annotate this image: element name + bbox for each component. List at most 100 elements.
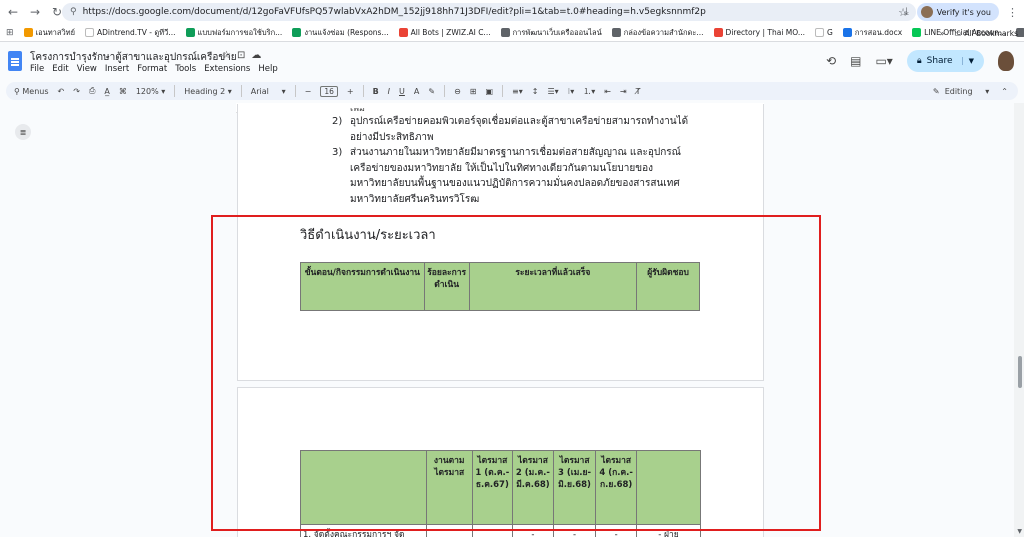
print-icon[interactable]: ⎙ <box>89 86 95 96</box>
verify-button[interactable]: Verify it's you <box>916 3 999 21</box>
history-icon[interactable]: ⟲ <box>826 54 836 68</box>
table-cell[interactable] <box>425 524 473 537</box>
scrollbar-thumb[interactable] <box>1018 356 1022 388</box>
download-icon[interactable]: ⤓ <box>904 5 909 19</box>
bookmark-item[interactable]: ADintrend.TV - ดูทีวี... <box>85 27 176 39</box>
bookmark-item[interactable]: All Bots | ZWIZ.AI C... <box>398 27 491 39</box>
table-cell[interactable] <box>471 524 514 537</box>
increase-font-icon[interactable]: + <box>347 87 354 96</box>
bookmark-item[interactable]: การสอน.docx <box>842 27 902 39</box>
bookmark-item[interactable]: งานแจ้งซ่อม (Respons... <box>292 27 389 39</box>
redo-icon[interactable]: ↷ <box>73 87 80 96</box>
table-header-cell[interactable]: ร้อยละการดำเนิน <box>423 262 470 311</box>
share-button[interactable]: 🔒︎ Share ▼ <box>906 50 984 72</box>
bookmark-item[interactable]: G <box>815 27 833 39</box>
image-icon[interactable]: ▣ <box>485 87 493 96</box>
table-header-cell[interactable] <box>300 450 427 525</box>
comment-icon[interactable]: ⊞ <box>470 87 477 96</box>
text-color-icon[interactable]: A <box>414 87 419 96</box>
font-select[interactable]: Arial ▾ <box>251 87 286 96</box>
menu-edit[interactable]: Edit <box>52 64 68 74</box>
style-select[interactable]: Heading 2 ▾ <box>184 87 231 96</box>
more-bookmarks-icon[interactable]: » <box>940 29 945 38</box>
vertical-scrollbar[interactable]: ▼ <box>1014 103 1024 537</box>
star-icon[interactable]: ☆ <box>222 50 237 61</box>
collapse-toolbar-icon[interactable]: ⌃ <box>1001 87 1008 96</box>
table-header-cell[interactable]: ผู้รับผิดชอบ <box>636 262 700 311</box>
address-bar[interactable]: ⚲ https://docs.google.com/document/d/12g… <box>62 3 916 21</box>
bookmark-favicon-icon <box>500 28 510 37</box>
table-cell[interactable]: - ฝ่าย <box>635 524 702 537</box>
table-header-cell[interactable]: ขั้นตอน/กิจกรรมการดำเนินงาน <box>300 262 425 311</box>
menu-format[interactable]: Format <box>137 64 167 74</box>
table-header-cell[interactable]: งานตามไตรมาส <box>425 450 473 525</box>
table-header-cell[interactable] <box>635 450 702 525</box>
list-item[interactable]: 2) อุปกรณ์เครือข่ายคอมพิวเตอร์จุดเชื่อมต่… <box>332 114 688 145</box>
underline-icon[interactable]: U <box>399 87 405 96</box>
meet-icon[interactable]: ▭▾ <box>875 54 892 68</box>
table-header-cell[interactable]: ไตรมาส 4 (ก.ค.-ก.ย.68) <box>595 450 637 525</box>
bookmark-item[interactable]: กล่องข้อความสำนักดะ... <box>611 27 704 39</box>
document-title[interactable]: โครงการบำรุงรักษาตู้สาขาและอุปกรณ์เครือข… <box>30 50 237 65</box>
move-folder-icon[interactable]: ⊡ <box>237 50 251 61</box>
share-dropdown-icon[interactable]: ▼ <box>961 57 974 65</box>
forward-icon[interactable]: → <box>26 3 44 21</box>
document-page-1[interactable]: เพิ่ม 2) อุปกรณ์เครือข่ายคอมพิวเตอร์จุดเช… <box>237 104 764 381</box>
section-heading[interactable]: วิธีดำเนินงาน/ระยะเวลา <box>300 224 436 245</box>
user-avatar[interactable] <box>998 51 1014 71</box>
all-bookmarks-link[interactable]: All Bookmarks <box>964 29 1018 38</box>
table-cell[interactable]: - <box>552 524 597 537</box>
increase-indent-icon[interactable]: ⇥ <box>620 87 627 96</box>
browser-menu-icon[interactable]: ⋮ <box>1007 6 1018 19</box>
table-cell[interactable]: 1. จัดตั้งคณะกรรมการฯ จัด <box>300 524 427 537</box>
menu-insert[interactable]: Insert <box>105 64 129 74</box>
undo-icon[interactable]: ↶ <box>58 87 65 96</box>
apps-icon[interactable]: ⊞ <box>6 28 14 38</box>
bookmark-item[interactable]: แบบฟอร์มการขอใช้บริก... <box>185 27 282 39</box>
highlight-icon[interactable]: ✎ <box>428 87 435 96</box>
table-header-cell[interactable]: ไตรมาส 1 (ต.ค.-ธ.ค.67) <box>471 450 514 525</box>
table-header-cell[interactable]: ระยะเวลาที่แล้วเสร็จ <box>468 262 638 311</box>
table-header-cell[interactable]: ไตรมาส 3 (เม.ย-มิ.ย.68) <box>552 450 597 525</box>
bookmark-item[interactable]: เอนทาสวิทย์ <box>23 27 75 39</box>
comments-icon[interactable]: ▤ <box>850 54 861 68</box>
scroll-down-icon[interactable]: ▼ <box>1017 528 1022 535</box>
back-icon[interactable]: ← <box>4 3 22 21</box>
bookmark-favicon-icon <box>292 28 302 37</box>
cloud-status-icon[interactable]: ☁ <box>251 50 267 61</box>
align-icon[interactable]: ≡▾ <box>512 87 523 96</box>
menu-file[interactable]: File <box>30 64 44 74</box>
decrease-font-icon[interactable]: − <box>305 87 312 96</box>
bulleted-list-icon[interactable]: ⁝▾ <box>568 87 575 96</box>
bold-icon[interactable]: B <box>373 87 379 96</box>
table-cell[interactable]: - <box>512 524 554 537</box>
list-item-line: มหาวิทยาลัยศรีนครินทรวิโรฒ <box>350 193 480 205</box>
paint-format-icon[interactable]: ⌘ <box>119 87 127 96</box>
site-info-icon[interactable]: ⚲ <box>70 7 77 17</box>
editing-mode-select[interactable]: ✎ Editing ▾ <box>933 87 989 96</box>
document-page-2[interactable]: งานตามไตรมาส ไตรมาส 1 (ต.ค.-ธ.ค.67) ไตรมาส… <box>237 387 764 537</box>
spellcheck-icon[interactable]: A̲ <box>104 87 109 96</box>
zoom-select[interactable]: 120% ▾ <box>136 87 165 96</box>
numbered-list-icon[interactable]: ⒈▾ <box>583 86 595 97</box>
search-menus-icon[interactable]: ⚲ Menus <box>14 87 49 96</box>
table-header-cell[interactable]: ไตรมาส 2 (ม.ค.-มี.ค.68) <box>512 450 554 525</box>
italic-icon[interactable]: I <box>388 87 390 96</box>
bookmark-item[interactable]: การพัฒนาเว็บเครือออนไลน์ <box>500 27 602 39</box>
clear-formatting-icon[interactable]: T̸ <box>636 87 641 96</box>
menu-extensions[interactable]: Extensions <box>204 64 250 74</box>
table-cell[interactable]: - <box>595 524 637 537</box>
font-size-input[interactable]: 16 <box>320 85 338 97</box>
list-item[interactable]: 3) ส่วนงานภายในมหาวิทยาลัยมีมาตรฐานการเชื… <box>332 145 688 207</box>
title-actions: ☆⊡☁ <box>222 50 267 61</box>
line-spacing-icon[interactable]: ↕ <box>532 87 539 96</box>
decrease-indent-icon[interactable]: ⇤ <box>604 87 611 96</box>
link-icon[interactable]: ⊖ <box>454 87 461 96</box>
menu-view[interactable]: View <box>77 64 97 74</box>
docs-logo-icon[interactable] <box>8 51 22 71</box>
menu-help[interactable]: Help <box>258 64 277 74</box>
document-outline-icon[interactable]: ≣ <box>15 124 31 140</box>
checklist-icon[interactable]: ☰▾ <box>547 87 558 96</box>
bookmark-item[interactable]: Directory | Thai MO... <box>713 27 805 39</box>
menu-tools[interactable]: Tools <box>175 64 196 74</box>
